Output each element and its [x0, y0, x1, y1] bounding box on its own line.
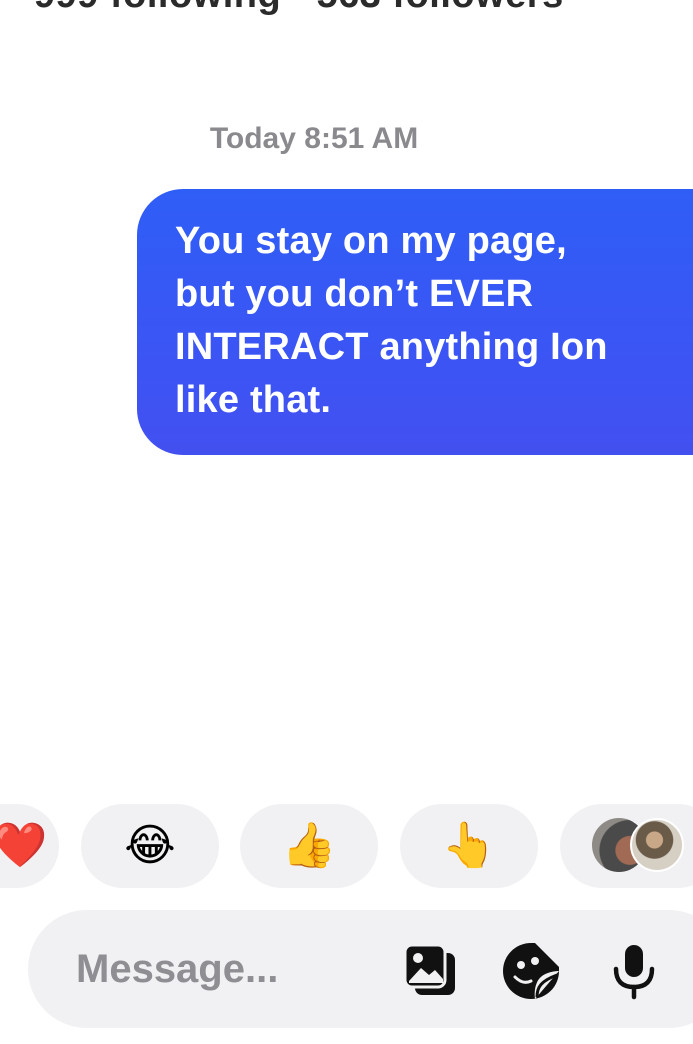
photo-sticker-thumbnails [592, 818, 688, 874]
sticker-icon [503, 943, 559, 999]
microphone-icon [613, 945, 655, 1000]
pointing-hand-icon: 👆 [441, 820, 497, 871]
gallery-icon [403, 943, 455, 995]
reaction-heart-button[interactable]: ❤️ [0, 804, 59, 888]
microphone-button[interactable] [603, 940, 665, 1002]
message-timestamp: Today 8:51 AM [209, 122, 419, 155]
direct-message-screen: 999 following · 563 followers Today 8:51… [0, 0, 693, 1044]
reaction-point-up-button[interactable]: 👆 [400, 804, 538, 888]
message-input[interactable] [76, 910, 376, 1028]
gallery-button[interactable] [400, 940, 462, 1002]
tears-of-joy-icon: 😂 [124, 820, 176, 871]
quick-reaction-bar: ❤️ 😂 👍 👆 [0, 804, 693, 888]
reaction-thumbs-up-button[interactable]: 👍 [240, 804, 378, 888]
message-text: You stay on my page, but you don’t EVER … [175, 220, 608, 421]
sticker-button[interactable] [500, 940, 562, 1002]
reaction-laugh-button[interactable]: 😂 [81, 804, 219, 888]
sticker-thumbnail [630, 818, 684, 872]
message-composer [28, 910, 693, 1028]
thumbs-up-icon: 👍 [281, 820, 337, 871]
profile-follow-stats: 999 following · 563 followers [34, 0, 564, 17]
outgoing-message-bubble[interactable]: You stay on my page, but you don’t EVER … [137, 189, 693, 455]
red-heart-icon: ❤️ [0, 820, 48, 871]
reaction-sticker-button[interactable] [560, 804, 693, 888]
